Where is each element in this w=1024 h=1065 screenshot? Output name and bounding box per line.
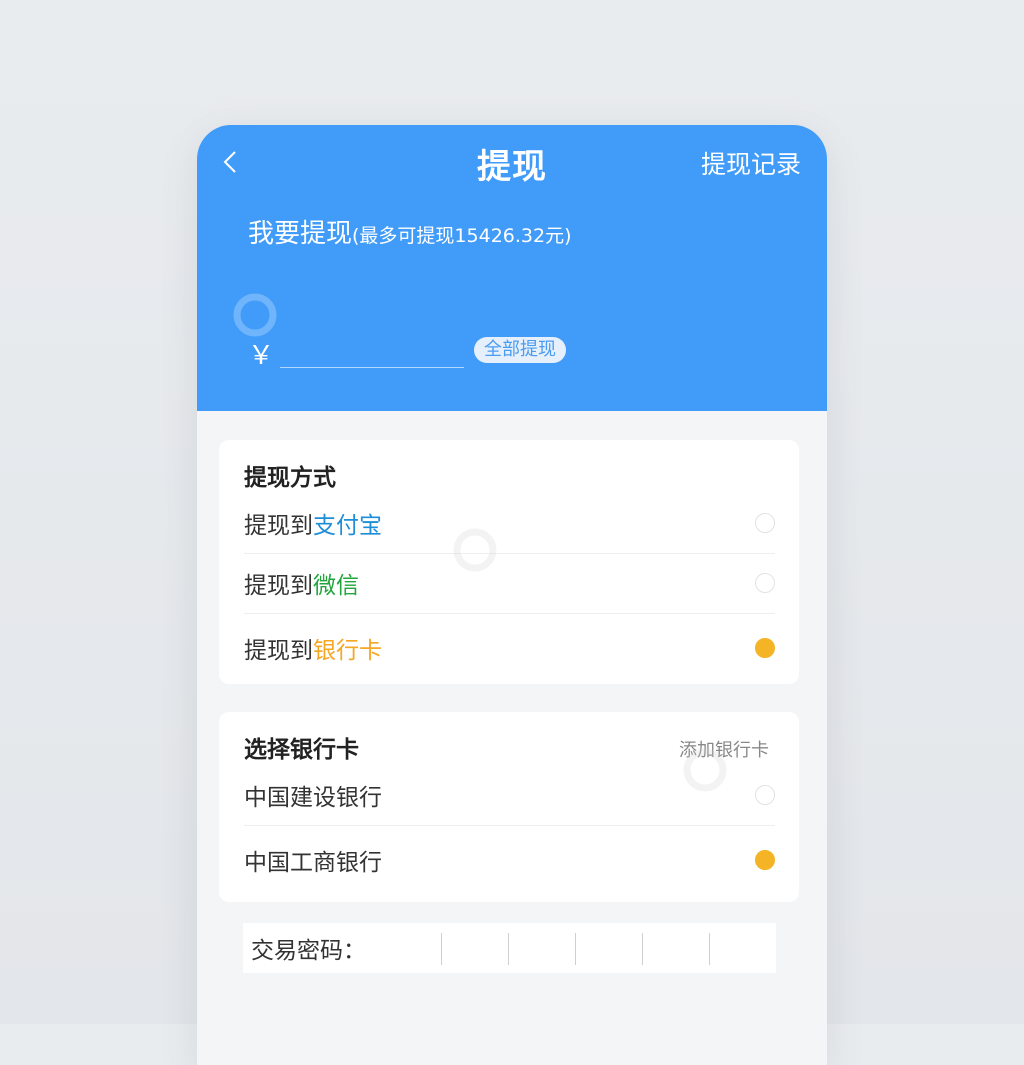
password-digit-divider [575,933,576,965]
method-name-wechat: 微信 [313,573,359,599]
method-prefix: 提现到 [244,638,313,664]
trade-password-label: 交易密码： [251,938,366,964]
bank-option-ccb[interactable]: 中国建设银行 [244,765,775,826]
withdraw-heading: 我要提现(最多可提现15426.32元) [248,213,572,250]
radio-alipay[interactable] [755,513,775,533]
select-bank-card: 选择银行卡 添加银行卡 中国建设银行 中国工商银行 [219,712,799,902]
method-option-bankcard[interactable]: 提现到银行卡 [244,618,775,678]
radio-wechat[interactable] [755,573,775,593]
password-digit-divider [508,933,509,965]
method-name-alipay: 支付宝 [313,513,382,539]
method-label-bankcard: 提现到银行卡 [244,631,382,665]
radio-ccb[interactable] [755,785,775,805]
method-label-alipay: 提现到支付宝 [244,506,382,540]
header: 提现 提现记录 我要提现(最多可提现15426.32元) ￥ 全部提现 [197,125,827,411]
password-digit-divider [709,933,710,965]
radio-bankcard[interactable] [755,638,775,658]
method-option-wechat[interactable]: 提现到微信 [244,553,775,614]
currency-symbol: ￥ [248,341,275,371]
select-bank-title: 选择银行卡 [244,737,359,763]
bank-option-icbc[interactable]: 中国工商银行 [244,830,775,890]
withdraw-history-link[interactable]: 提现记录 [701,145,801,181]
password-digit-divider [441,933,442,965]
trade-password-field[interactable]: 交易密码： [243,923,776,973]
add-bank-card-link[interactable]: 添加银行卡 [679,736,769,762]
password-digit-divider [642,933,643,965]
withdraw-method-title: 提现方式 [244,465,336,491]
amount-input[interactable] [280,335,464,368]
max-withdraw-note: (最多可提现15426.32元) [352,225,572,247]
method-prefix: 提现到 [244,573,313,599]
phone-screen: 提现 提现记录 我要提现(最多可提现15426.32元) ￥ 全部提现 提现方式… [197,125,827,1065]
radio-icbc[interactable] [755,850,775,870]
bank-name-icbc: 中国工商银行 [244,850,382,876]
method-label-wechat: 提现到微信 [244,566,359,600]
withdraw-method-card: 提现方式 提现到支付宝 提现到微信 提现到银行卡 [219,440,799,684]
withdraw-all-button[interactable]: 全部提现 [474,337,566,363]
method-prefix: 提现到 [244,513,313,539]
bank-name-ccb: 中国建设银行 [244,785,382,811]
method-option-alipay[interactable]: 提现到支付宝 [244,493,775,554]
method-name-bankcard: 银行卡 [313,638,382,664]
withdraw-label: 我要提现 [248,219,353,249]
